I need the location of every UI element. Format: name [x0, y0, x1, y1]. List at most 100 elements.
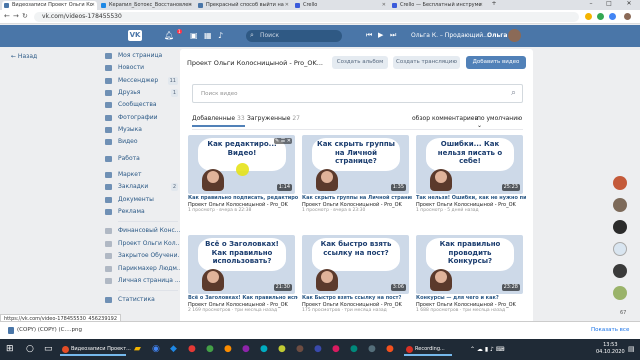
video-thumbnail[interactable]: Всё о Заголовках! Как правильно использо… [188, 235, 295, 294]
search-icon[interactable]: ○ [26, 344, 34, 354]
close-window-button[interactable]: ✕ [622, 0, 636, 7]
extension-icon[interactable] [597, 13, 604, 20]
video-tools-icon[interactable]: ✎ ☰ ✕ [273, 138, 292, 144]
app-icon[interactable]: ● [260, 344, 268, 354]
prev-track-icon[interactable]: ⏮ [366, 31, 372, 40]
video-title[interactable]: Как Быстро взять ссылку на пост? [302, 295, 412, 301]
sidebar-item-bookmarks[interactable]: Закладки 2 [103, 181, 178, 193]
taskbar-app-recording[interactable]: Recording... [404, 343, 452, 356]
sidebar-item-community-2[interactable]: Проект Ольги Кол... [103, 238, 181, 250]
tray-icons[interactable]: ⌃ ☁ ▮ ♪ ⌨ [470, 346, 504, 353]
user-avatar[interactable] [508, 29, 521, 42]
app-icon[interactable]: ● [278, 344, 286, 354]
back-link[interactable]: ← Назад [11, 53, 37, 60]
forward-arrow-icon[interactable]: → [13, 12, 19, 20]
close-icon[interactable]: ✕ [382, 2, 386, 8]
contact-avatar[interactable] [613, 220, 627, 234]
windows-start-icon[interactable]: ⊞ [6, 344, 14, 354]
contact-avatar[interactable] [613, 198, 627, 212]
create-album-button[interactable]: Создать альбом [332, 56, 388, 69]
app-icon[interactable]: ● [188, 344, 196, 354]
url-field[interactable]: vk.com/videos-178455530 [34, 12, 579, 22]
close-icon[interactable]: ✕ [91, 2, 95, 8]
sort-order-select[interactable]: по умолчанию ⌄ [477, 115, 523, 129]
sidebar-item-friends[interactable]: Друзья 1 [103, 87, 178, 99]
video-search-input[interactable]: Поиск видео ⌕ [192, 84, 523, 103]
video-title[interactable]: Конкурсы — для чего и как? [416, 295, 526, 301]
contact-avatar[interactable] [613, 176, 627, 190]
vk-search-input[interactable]: ⌕ Поиск [246, 30, 342, 42]
vk-logo[interactable]: VK [128, 30, 142, 41]
sidebar-item-work[interactable]: Работа [103, 153, 178, 165]
contact-avatar[interactable] [613, 264, 627, 278]
video-thumbnail[interactable]: Как быстро взять ссылку на пост? 3:06 [302, 235, 409, 294]
app-icon[interactable]: ● [350, 344, 358, 354]
sidebar-item-messenger[interactable]: Мессенджер 11 [103, 75, 178, 87]
video-card[interactable]: Как быстро взять ссылку на пост? 3:06 Ка… [302, 235, 412, 313]
browser-tab-4[interactable]: Crello ✕ [293, 1, 388, 10]
back-arrow-icon[interactable]: ← [4, 12, 10, 20]
close-icon[interactable]: ✕ [479, 2, 483, 8]
folder-icon[interactable]: ▰ [134, 344, 141, 354]
video-thumbnail[interactable]: Как редактиро... Видео! ✎ ☰ ✕ 1:14 [188, 135, 295, 194]
sidebar-item-community-1[interactable]: Финансовый Конс... [103, 225, 181, 237]
notification-center-icon[interactable]: ▤ [628, 345, 635, 353]
video-card[interactable]: Как правильно проводить Конкурсы? 23:28 … [416, 235, 526, 313]
play-icon[interactable]: ▶ [378, 31, 383, 39]
tab-added[interactable]: Добавленные 33 [192, 115, 245, 127]
reload-icon[interactable]: ↻ [22, 12, 28, 20]
video-title[interactable]: Как скрыть группы на Личной странице? [302, 195, 412, 201]
chat-icon[interactable]: ▣ [190, 31, 198, 40]
user-name[interactable]: Ольга [487, 32, 507, 39]
browser-tab-3[interactable]: Прекрасный способ выйти на ✕ [196, 1, 291, 10]
search-icon[interactable]: ⌕ [511, 88, 516, 98]
minimize-button[interactable]: – [584, 0, 598, 7]
sidebar-item-video[interactable]: Видео [103, 136, 178, 148]
close-icon[interactable]: ✕ [285, 2, 289, 8]
video-card[interactable]: Всё о Заголовках! Как правильно использо… [188, 235, 298, 313]
sidebar-item-music[interactable]: Музыка [103, 124, 178, 136]
tab-uploaded[interactable]: Загруженные 27 [247, 115, 300, 122]
task-view-icon[interactable]: ▭ [44, 344, 53, 354]
app-icon[interactable]: ● [296, 344, 304, 354]
sidebar-item-photos[interactable]: Фотографии [103, 112, 178, 124]
chrome-icon[interactable]: ◉ [152, 344, 160, 354]
sidebar-item-market[interactable]: Маркет [103, 169, 178, 181]
show-all-downloads-link[interactable]: Показать все [591, 327, 629, 333]
contact-avatar[interactable] [613, 286, 627, 300]
sidebar-item-stats[interactable]: Статистика [103, 294, 178, 306]
sidebar-item-my-page[interactable]: Моя страница [103, 50, 178, 62]
taskbar-app-browser[interactable]: Видеозаписи Проект... [60, 343, 131, 356]
music-note-icon[interactable]: ♪ [218, 31, 223, 40]
sidebar-item-ads[interactable]: Реклама [103, 206, 178, 218]
app-icon[interactable]: ◆ [170, 344, 177, 354]
app-icon[interactable]: ● [314, 344, 322, 354]
add-video-button[interactable]: Добавить видео [466, 56, 526, 69]
browser-tab-5[interactable]: Crello — Бесплатный инструме ✕ [390, 1, 485, 10]
profile-avatar-icon[interactable] [624, 13, 631, 20]
sidebar-item-documents[interactable]: Документы [103, 194, 178, 206]
app-icon[interactable]: ● [224, 344, 232, 354]
system-clock[interactable]: 13:53 04.10.2020 [596, 342, 625, 356]
current-track[interactable]: Ольга К. – Продающий... [411, 32, 489, 39]
extension-icon[interactable] [609, 13, 616, 20]
sidebar-item-news[interactable]: Новости [103, 62, 178, 74]
video-card[interactable]: Как редактиро... Видео! ✎ ☰ ✕ 1:14 Как п… [188, 135, 298, 213]
video-thumbnail[interactable]: Как правильно проводить Конкурсы? 23:28 [416, 235, 523, 294]
app-icon[interactable]: ● [206, 344, 214, 354]
app-icon[interactable]: ● [332, 344, 340, 354]
video-card[interactable]: Ошибки... Как нельзя писать о себе! 25:2… [416, 135, 526, 213]
sidebar-item-community-3[interactable]: Закрытое Обучени... [103, 250, 183, 262]
sidebar-item-community-5[interactable]: Личная страница ... [103, 275, 181, 287]
next-track-icon[interactable]: ⏭ [390, 31, 396, 40]
video-title[interactable]: Всё о Заголовках! Как правильно испол... [188, 295, 298, 301]
sidebar-item-groups[interactable]: Сообщества [103, 99, 178, 111]
app-icon[interactable]: ● [386, 344, 394, 354]
comments-overview-link[interactable]: обзор комментариев [412, 115, 478, 122]
close-icon[interactable]: ✕ [188, 2, 192, 8]
maximize-button[interactable]: □ [602, 0, 616, 7]
apps-icon[interactable]: ▦ [204, 31, 212, 40]
video-title[interactable]: Так нельзя! Ошибки, как не нужно писа... [416, 195, 526, 201]
video-title[interactable]: Как правильно подписать, редактиров... [188, 195, 298, 201]
create-stream-button[interactable]: Создать трансляцию [393, 56, 460, 69]
